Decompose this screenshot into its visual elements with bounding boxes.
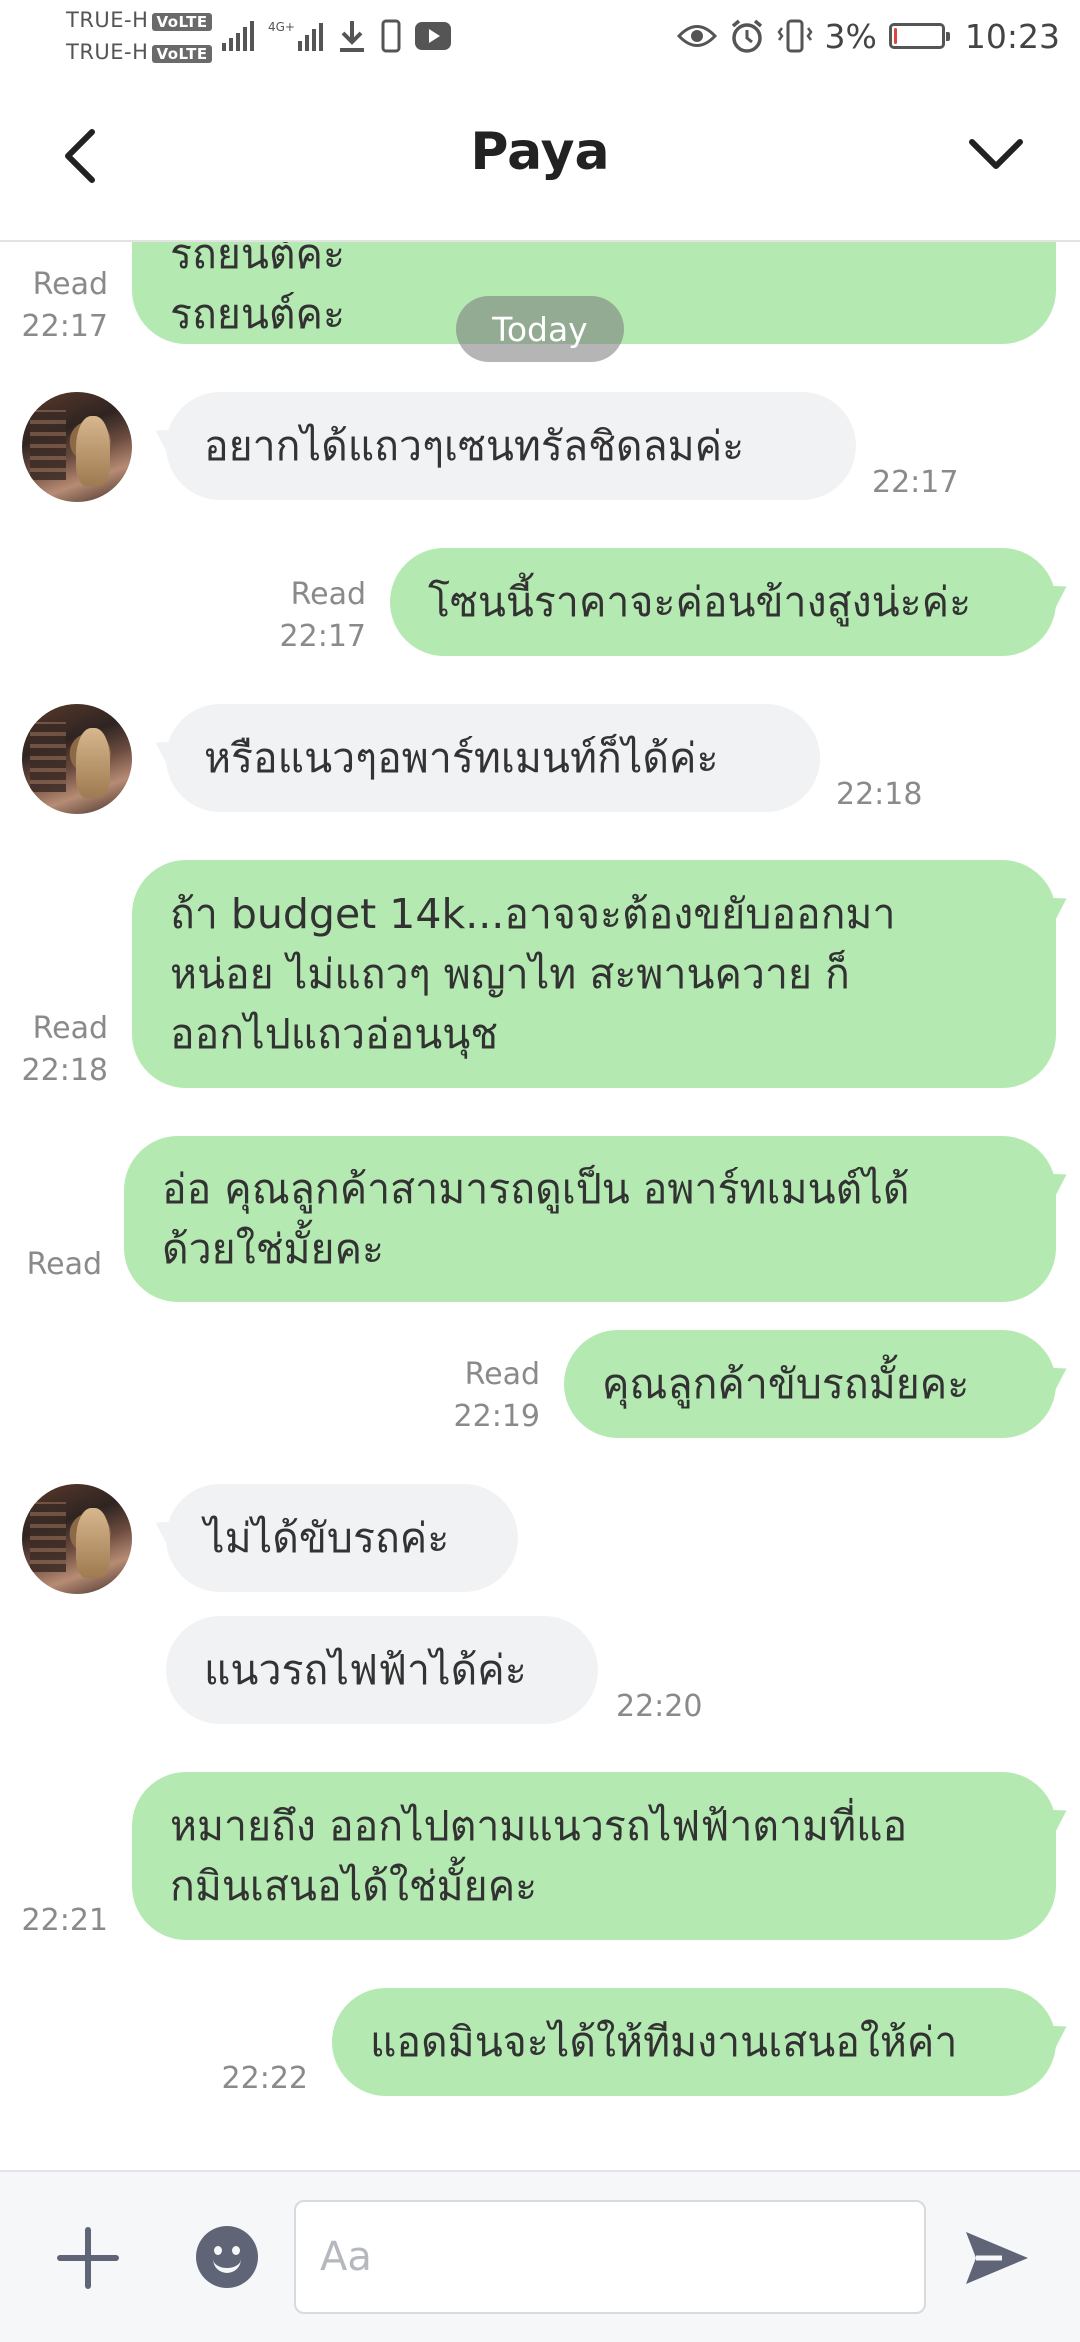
youtube-icon <box>415 22 451 50</box>
message-time: 22:18 <box>836 777 923 812</box>
message-text: หรือแนวๆอพาร์ทเมนท์ก็ได้ค่ะ <box>204 734 719 782</box>
message-bubble-incoming[interactable]: หรือแนวๆอพาร์ทเมนท์ก็ได้ค่ะ <box>148 704 820 812</box>
message-bubble-incoming[interactable]: อยากได้แถวๆเซนทรัลชิดลมค่ะ <box>148 392 856 500</box>
status-icons-right: 3% 10:23 <box>676 14 1060 58</box>
message-meta: Read 22:19 <box>444 1354 540 1438</box>
message-bubble-outgoing[interactable]: โซนนี้ราคาจะค่อนข้างสูงน่ะค่ะ <box>390 548 1074 656</box>
message-time: 22:18 <box>21 1053 108 1088</box>
message-time: 22:20 <box>616 1689 703 1724</box>
message-text: อยากได้แถวๆเซนทรัลชิดลมค่ะ <box>204 422 745 470</box>
battery-icon <box>888 23 950 49</box>
send-icon <box>966 2232 1028 2284</box>
message-text: อ่อ คุณลูกค้าสามารถดูเป็น อพาร์ทเมนต์ได้ <box>162 1165 910 1213</box>
message-bubble-outgoing[interactable]: คุณลูกค้าขับรถมั้ยคะ <box>564 1330 1074 1438</box>
message-time: 22:19 <box>453 1399 540 1434</box>
read-receipt: Read <box>32 1011 108 1046</box>
message-input-bar <box>0 2170 1080 2342</box>
avatar[interactable] <box>22 704 132 814</box>
contact-name[interactable]: Paya <box>0 122 1080 182</box>
clock: 10:23 <box>964 16 1060 56</box>
message-time: 22:22 <box>221 2061 308 2096</box>
volte-badge: VoLTE <box>152 13 212 31</box>
plus-icon <box>57 2227 119 2289</box>
message-meta: Read 22:17 <box>16 264 108 348</box>
attach-button[interactable] <box>54 2224 122 2292</box>
chat-header: Paya <box>0 78 1080 242</box>
carrier-1: TRUE-H VoLTE <box>66 8 212 32</box>
message-bubble-incoming[interactable]: ไม่ได้ขับรถค่ะ <box>148 1484 518 1592</box>
message-bubble-outgoing[interactable]: ถ้า budget 14k...อาจจะต้องขยับออกมา หน่อ… <box>132 860 1074 1088</box>
status-bar: TRUE-H VoLTE TRUE-H VoLTE 4G+ 3% 10:23 <box>0 0 1080 78</box>
avatar[interactable] <box>22 1484 132 1594</box>
chat-menu-button[interactable] <box>956 118 1036 190</box>
message-text: แนวรถไฟฟ้าได้ค่ะ <box>204 1646 527 1694</box>
message-time: 22:17 <box>872 465 959 500</box>
message-bubble-outgoing[interactable]: แอดมินจะได้ให้ทีมงานเสนอให้ค่า <box>332 1988 1074 2096</box>
phone-icon <box>381 19 401 53</box>
chat-area[interactable]: คุณลูกค้าเป็นแนวรถไฟฟ้าหรือแนวถนนที่มีรถ… <box>0 240 1080 2170</box>
message-text: คุณลูกค้าขับรถมั้ยคะ <box>602 1360 970 1408</box>
volte-badge: VoLTE <box>152 45 212 63</box>
message-text: แอดมินจะได้ให้ทีมงานเสนอให้ค่า <box>370 2018 958 2066</box>
message-text: ไม่ได้ขับรถค่ะ <box>204 1514 450 1562</box>
message-input[interactable] <box>294 2200 926 2314</box>
eye-icon <box>676 25 717 47</box>
message-text: ออกไปแถวอ่อนนุช <box>170 1010 499 1058</box>
signal-icon <box>222 21 254 51</box>
chevron-down-icon <box>969 139 1023 169</box>
message-bubble-outgoing[interactable]: หมายถึง ออกไปตามแนวรถไฟฟ้าตามที่แอ กมินเ… <box>132 1772 1074 1940</box>
message-meta: Read 22:18 <box>16 1008 108 1092</box>
emoji-icon[interactable] <box>196 2226 258 2288</box>
message-time: 22:17 <box>279 619 366 654</box>
signal-4g-icon: 4G+ <box>268 21 323 51</box>
carrier-2: TRUE-H VoLTE <box>66 40 212 64</box>
read-receipt: Read <box>26 1247 102 1282</box>
message-meta: Read 22:17 <box>270 574 366 658</box>
battery-percent: 3% <box>824 16 877 56</box>
message-text: คุณลูกค้าเป็นแนวรถไฟฟ้าหรือแนวถนนที่มีรถ… <box>170 240 345 278</box>
alarm-icon <box>731 19 762 53</box>
message-time: 22:21 <box>21 1903 108 1938</box>
message-text: หน่อย ไม่แถวๆ พญาไท สะพานควาย ก็ <box>170 950 850 998</box>
avatar[interactable] <box>22 392 132 502</box>
date-divider: Today <box>456 296 624 362</box>
message-text: โซนนี้ราคาจะค่อนข้างสูงน่ะค่ะ <box>428 578 972 626</box>
read-receipt: Read <box>32 267 108 302</box>
download-icon <box>340 21 364 52</box>
message-text: ถ้า budget 14k...อาจจะต้องขยับออกมา <box>170 890 896 938</box>
status-icons-left: 4G+ <box>222 18 451 54</box>
vibrate-icon <box>776 19 813 53</box>
message-text: กมินเสนอได้ใช่มั้ยคะ <box>170 1862 538 1910</box>
message-bubble-incoming[interactable]: แนวรถไฟฟ้าได้ค่ะ <box>166 1616 598 1724</box>
send-button[interactable] <box>958 2220 1034 2296</box>
read-receipt: Read <box>290 577 366 612</box>
read-receipt: Read <box>464 1357 540 1392</box>
message-text: ด้วยใช่มั้ยคะ <box>162 1225 385 1273</box>
message-text: หมายถึง ออกไปตามแนวรถไฟฟ้าตามที่แอ <box>170 1802 908 1850</box>
message-bubble-outgoing[interactable]: อ่อ คุณลูกค้าสามารถดูเป็น อพาร์ทเมนต์ได้… <box>124 1136 1074 1302</box>
message-time: 22:17 <box>21 309 108 344</box>
